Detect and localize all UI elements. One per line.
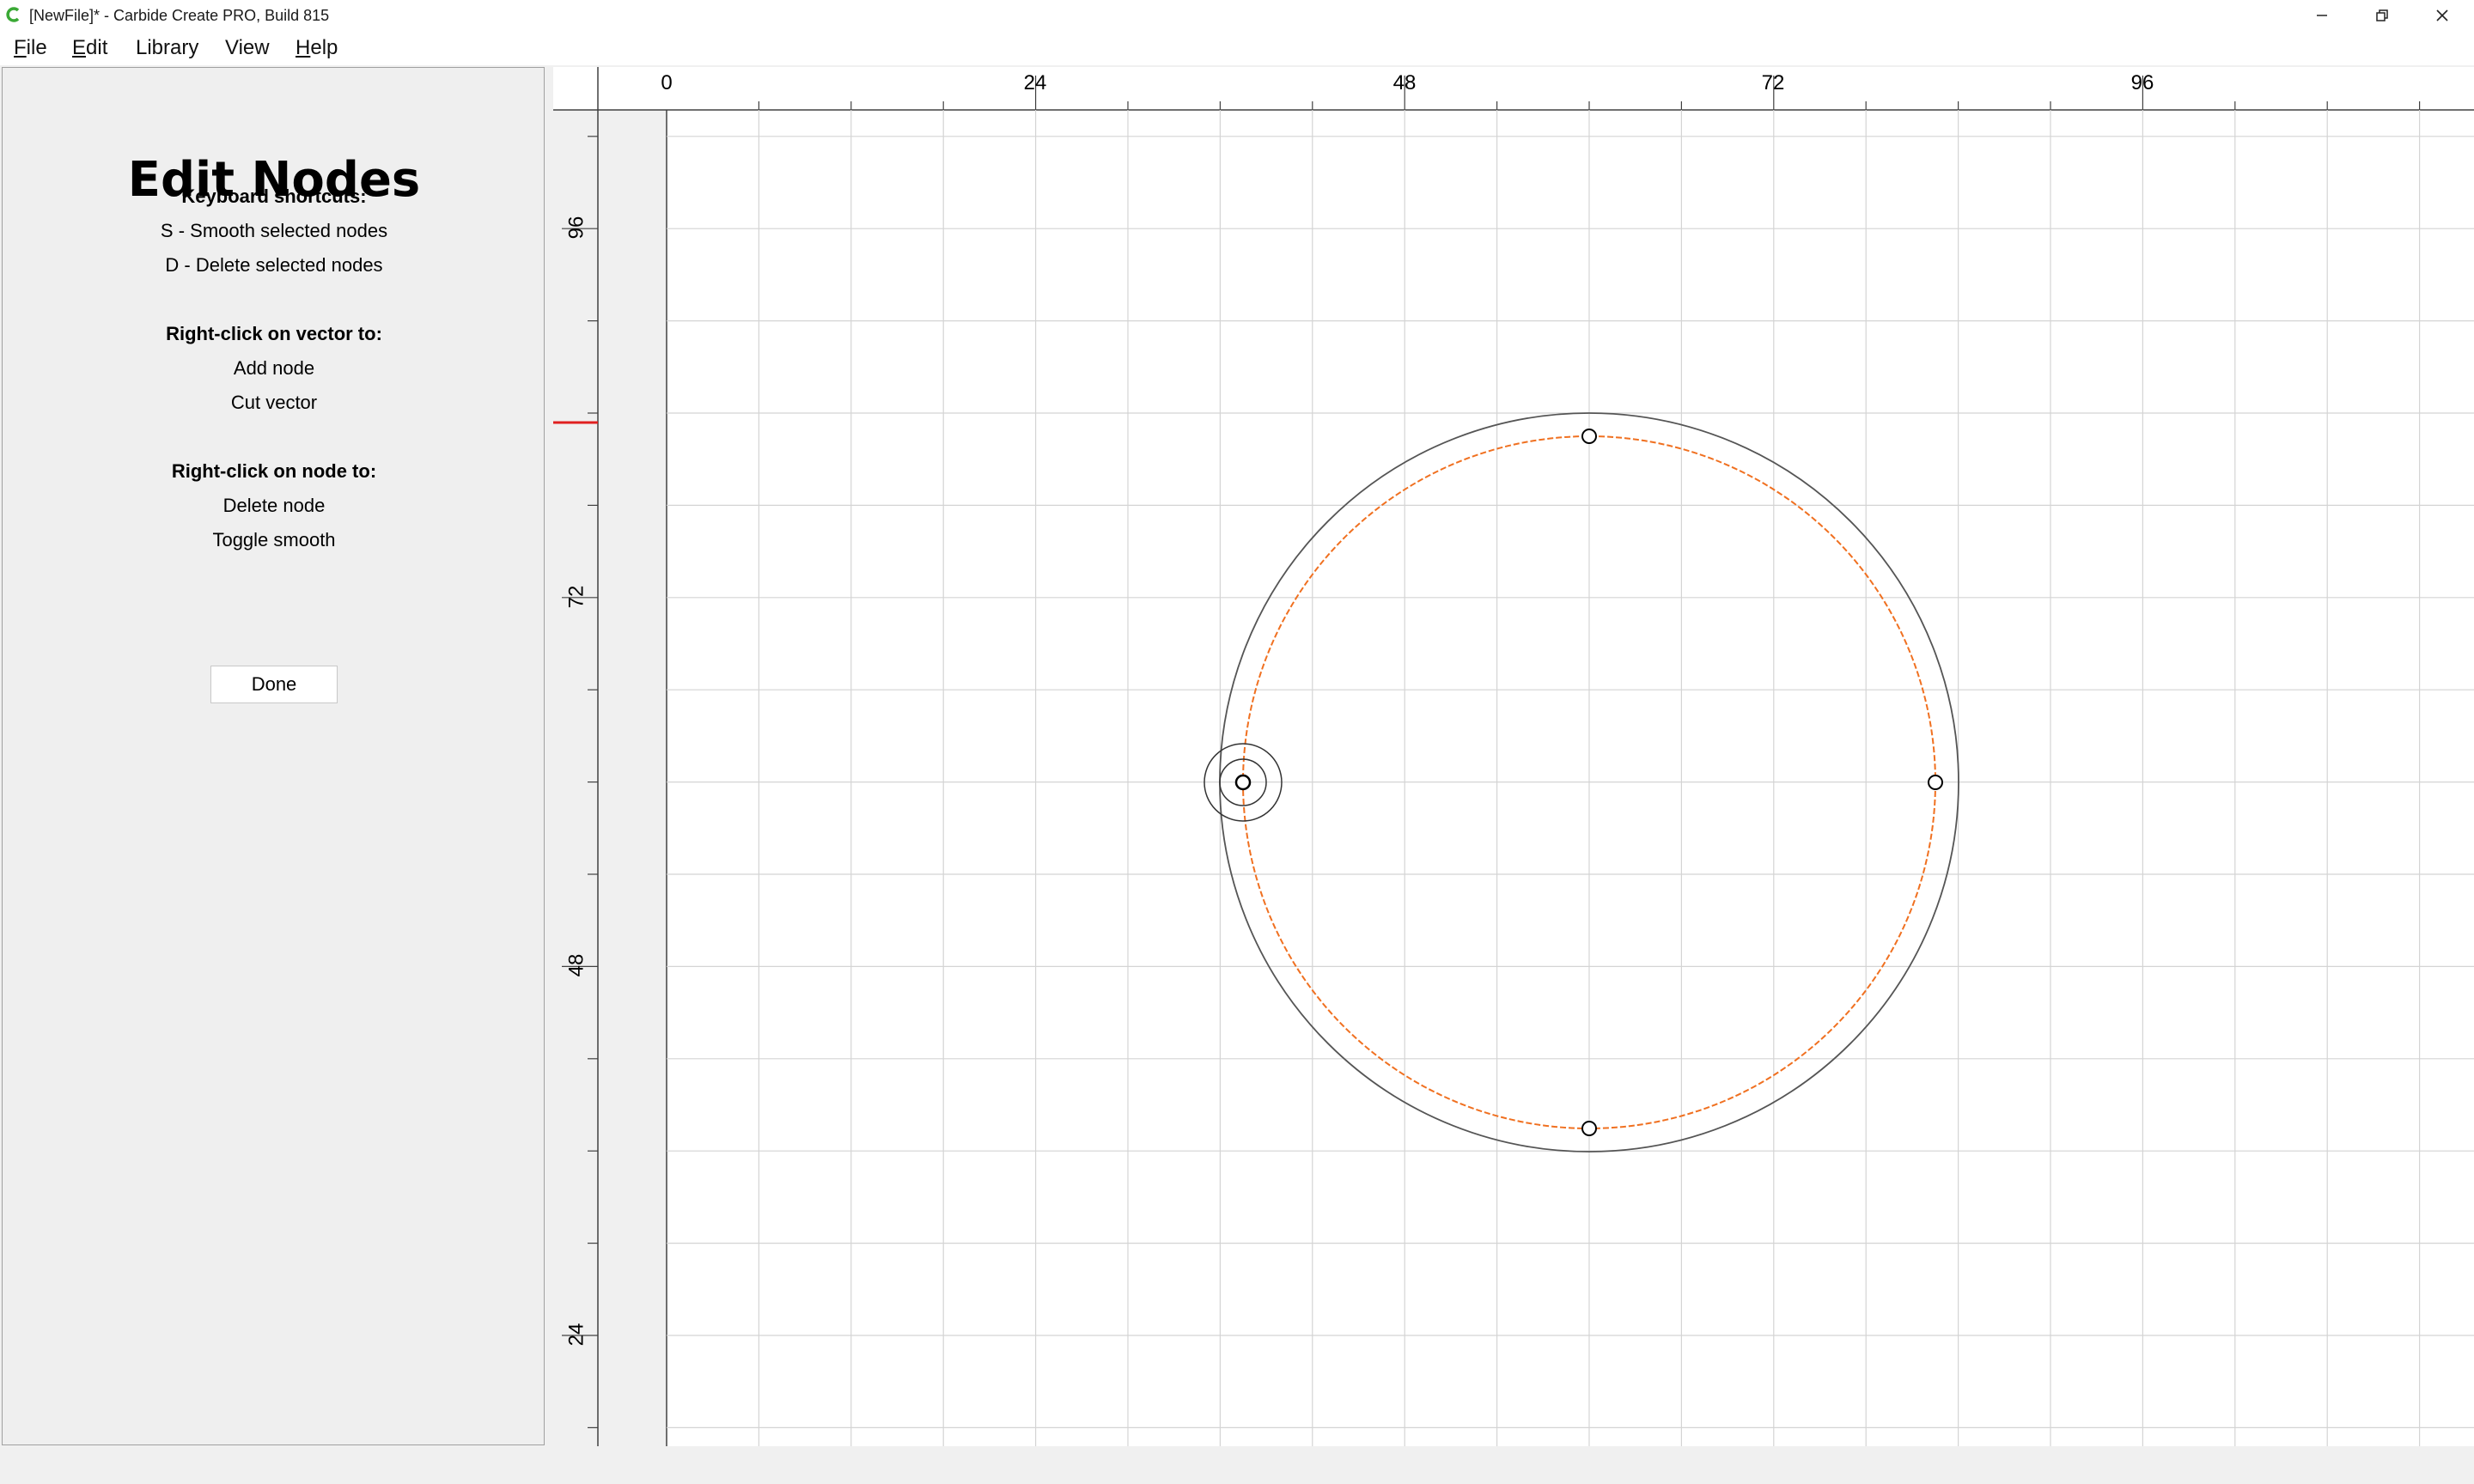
node-handle-right[interactable] <box>1928 775 1943 790</box>
left-ruler-label: 48 <box>564 954 588 977</box>
top-ruler-label: 96 <box>2131 71 2154 94</box>
menu-edit[interactable]: Edit <box>65 34 114 62</box>
node-handle-bottom[interactable] <box>1581 1121 1597 1136</box>
left-ruler-label: 24 <box>564 1323 588 1347</box>
top-ruler-label: 0 <box>661 71 672 94</box>
minimize-icon <box>2317 15 2327 16</box>
menu-view[interactable]: View <box>218 34 277 62</box>
shortcut-smooth-text: S - Smooth selected nodes <box>160 220 388 241</box>
top-ruler-label: 24 <box>1024 71 1047 94</box>
carbide-c-icon <box>6 7 20 22</box>
board-left-margin <box>598 110 667 1446</box>
keyboard-shortcuts-heading: Keyboard shortcuts: <box>181 186 367 207</box>
status-strip <box>0 1446 2474 1484</box>
minimize-button[interactable] <box>2292 0 2352 31</box>
node-handle-left-selected[interactable] <box>1234 774 1252 791</box>
window-title: [NewFile]* - Carbide Create PRO, Build 8… <box>29 7 330 24</box>
edit-nodes-panel: Edit Nodes Keyboard shortcuts: S - Smoot… <box>2 67 545 1445</box>
top-ruler-label: 48 <box>1393 71 1417 94</box>
done-button[interactable]: Done <box>210 666 338 703</box>
top-ruler-label: 72 <box>1762 71 1785 94</box>
left-ruler-label: 72 <box>564 586 588 609</box>
menu-file[interactable]: File <box>7 34 54 62</box>
menu-bar: File Edit Library View Help <box>0 31 2474 65</box>
node-toggle-smooth-text: Toggle smooth <box>212 529 336 550</box>
restore-button[interactable] <box>2352 0 2412 31</box>
top-ruler <box>553 67 2474 110</box>
close-button[interactable] <box>2412 0 2472 31</box>
restore-icon <box>2376 9 2388 21</box>
node-actions-heading: Right-click on node to: <box>171 460 377 482</box>
node-handle-top[interactable] <box>1581 429 1597 444</box>
left-ruler-label: 96 <box>564 216 588 240</box>
vector-cut-text: Cut vector <box>230 392 318 413</box>
node-delete-text: Delete node <box>222 495 326 516</box>
menu-library[interactable]: Library <box>129 34 205 62</box>
shortcut-delete-text: D - Delete selected nodes <box>165 254 383 276</box>
title-bar: [NewFile]* - Carbide Create PRO, Build 8… <box>0 0 2474 31</box>
left-ruler <box>553 67 598 1446</box>
close-icon <box>2436 9 2448 21</box>
menu-help[interactable]: Help <box>289 34 344 62</box>
vector-add-node-text: Add node <box>233 357 315 379</box>
vector-actions-heading: Right-click on vector to: <box>166 323 382 344</box>
design-canvas[interactable]: 0 24 48 72 96 96 72 48 24 <box>553 67 2474 1446</box>
